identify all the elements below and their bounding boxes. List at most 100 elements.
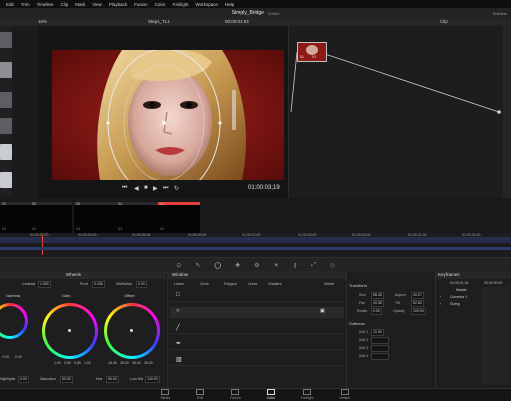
offset-value[interactable]: 28.00	[132, 361, 141, 365]
clip-thumbnail[interactable]: 03 V1	[74, 202, 116, 233]
window-toggle-icon[interactable]: ▣	[320, 308, 325, 314]
menu-item-fairlight[interactable]: Fairlight	[172, 2, 188, 7]
window-shape-row-selected[interactable]: ○ ▣	[170, 307, 344, 318]
zoom-level[interactable]: 16%	[38, 19, 47, 24]
saturation-field[interactable]: 50.00	[60, 376, 73, 383]
clip-thumbnail-selected[interactable]: 07 V1	[158, 202, 200, 233]
menu-item-color[interactable]: Color	[155, 2, 166, 7]
menu-item-clip[interactable]: Clip	[60, 2, 68, 7]
page-edit[interactable]: Edit	[196, 389, 205, 401]
playhead[interactable]	[42, 235, 43, 255]
window-tool-circle[interactable]: Circle	[200, 282, 209, 286]
window-tool-curve[interactable]: Curve	[248, 282, 257, 286]
soft4-field[interactable]	[371, 353, 389, 360]
window-tool-polygon[interactable]: Polygon	[224, 282, 237, 286]
play-icon[interactable]: ▶	[153, 185, 158, 192]
menu-item-trim[interactable]: Trim	[21, 2, 30, 7]
gain-value[interactable]: 0.89	[74, 361, 81, 365]
window-shape-row[interactable]: ▨	[170, 355, 344, 366]
3d-icon[interactable]: ◇	[330, 262, 335, 269]
gallery-still[interactable]	[0, 62, 12, 78]
window-tool-gradient[interactable]: Gradient	[268, 282, 281, 286]
window-delete-button[interactable]: Delete	[324, 282, 334, 286]
window-shape-row[interactable]: ╱	[170, 323, 344, 334]
keyframe-row-corrector[interactable]: Corrector 1	[450, 295, 468, 299]
offset-wheel-puck[interactable]	[130, 329, 133, 332]
window-shape-row[interactable]: ✒	[170, 339, 344, 350]
gallery-still[interactable]	[0, 172, 12, 188]
gain-wheel-puck[interactable]	[68, 329, 71, 332]
highlights-field[interactable]: 0.00	[18, 376, 29, 383]
soft3-field[interactable]	[371, 345, 389, 352]
gallery-still[interactable]	[0, 32, 12, 48]
keyframe-row-sizing[interactable]: Sizing	[450, 302, 460, 306]
menu-item-help[interactable]: Help	[225, 2, 234, 7]
mini-timeline[interactable]: 01:00:00:00 01:00:03:00 01:00:06:00 01:0…	[0, 233, 511, 257]
opacity-field[interactable]: 100.00	[411, 308, 426, 315]
soft2-field[interactable]	[371, 337, 389, 344]
reverse-play-icon[interactable]: ◀	[134, 185, 139, 192]
menu-item-edit[interactable]: Edit	[6, 2, 14, 7]
soft1-field[interactable]: 10.00	[371, 329, 384, 336]
skip-forward-icon[interactable]: ⏭	[163, 185, 168, 192]
node-editor[interactable]: 01 V1	[288, 26, 504, 198]
power-window-icon[interactable]: ◯	[214, 262, 221, 269]
stop-icon[interactable]: ■	[144, 185, 148, 191]
viewer-image[interactable]	[52, 50, 284, 180]
magic-mask-icon[interactable]: ⚙	[254, 262, 259, 269]
size-field[interactable]: 58.45	[371, 292, 384, 299]
menu-item-fusion[interactable]: Fusion	[134, 2, 148, 7]
sizing-icon[interactable]: ⤢	[311, 262, 316, 269]
gallery-still[interactable]	[0, 144, 12, 160]
page-color[interactable]: Color	[267, 389, 275, 401]
pan-field[interactable]: 49.38	[371, 300, 384, 307]
page-fusion[interactable]: Fusion	[230, 389, 241, 401]
menu-item-view[interactable]: View	[92, 2, 102, 7]
gamma-wheel[interactable]	[0, 303, 28, 339]
pivot-field[interactable]: 0.435	[92, 281, 105, 288]
gradient-window-icon[interactable]: ▨	[176, 356, 182, 363]
blur-icon[interactable]: ☀	[273, 262, 278, 269]
aspect-field[interactable]: 40.27	[411, 292, 424, 299]
offset-value[interactable]: 18.26	[108, 361, 117, 365]
offset-value[interactable]: 26.00	[144, 361, 153, 365]
contrast-field[interactable]: 1.000	[38, 281, 51, 288]
middetail-field[interactable]: 0.00	[136, 281, 147, 288]
tilt-field[interactable]: 52.83	[411, 300, 424, 307]
window-shape-row[interactable]: □	[170, 291, 344, 302]
menu-item-mark[interactable]: Mark	[75, 2, 85, 7]
gamma-value[interactable]: 0.00	[2, 355, 9, 359]
curve-window-icon[interactable]: ✒	[176, 340, 181, 347]
keyframe-row-expand[interactable]: ›	[440, 302, 441, 306]
menu-item-timeline[interactable]: Timeline	[37, 2, 54, 7]
loop-icon[interactable]: ↻	[174, 185, 179, 192]
timeline-name[interactable]: Steps_TL1	[148, 19, 170, 24]
lummix-field[interactable]: 100.00	[145, 376, 160, 383]
gallery-still[interactable]	[0, 118, 12, 134]
window-tool-linear[interactable]: Linear	[174, 282, 184, 286]
keyframe-track[interactable]	[482, 287, 511, 385]
tracker-icon[interactable]: ✚	[235, 262, 240, 269]
offset-wheel[interactable]	[104, 303, 160, 359]
clip-thumbnail[interactable]: 02 V1	[30, 202, 72, 233]
key-icon[interactable]: ⚷	[293, 262, 297, 269]
square-window-icon[interactable]: □	[176, 292, 180, 298]
node-mode-select[interactable]: Clip	[440, 19, 448, 24]
keyframe-row-expand[interactable]: ›	[440, 295, 441, 299]
gamma-value[interactable]: -0.00	[14, 355, 22, 359]
gain-value[interactable]: 1.00	[54, 361, 61, 365]
gain-wheel[interactable]	[42, 303, 98, 359]
gain-value[interactable]: 0.89	[64, 361, 71, 365]
skip-back-icon[interactable]: ⏮	[122, 185, 127, 192]
color-node[interactable]: 01 V1	[297, 42, 327, 62]
page-media[interactable]: Media	[161, 389, 170, 401]
hue-field[interactable]: 50.00	[106, 376, 119, 383]
qualifier-icon[interactable]: ⊙	[176, 262, 181, 269]
polygon-window-icon[interactable]: ╱	[176, 324, 180, 331]
rotate-field[interactable]: 0.00	[371, 308, 382, 315]
timeline-toggle-label[interactable]: Timeline	[492, 11, 507, 16]
offset-value[interactable]: 28.00	[120, 361, 129, 365]
page-fairlight[interactable]: Fairlight	[301, 389, 313, 401]
gain-value[interactable]: 1.00	[84, 361, 91, 365]
circle-window-icon[interactable]: ○	[176, 308, 180, 314]
